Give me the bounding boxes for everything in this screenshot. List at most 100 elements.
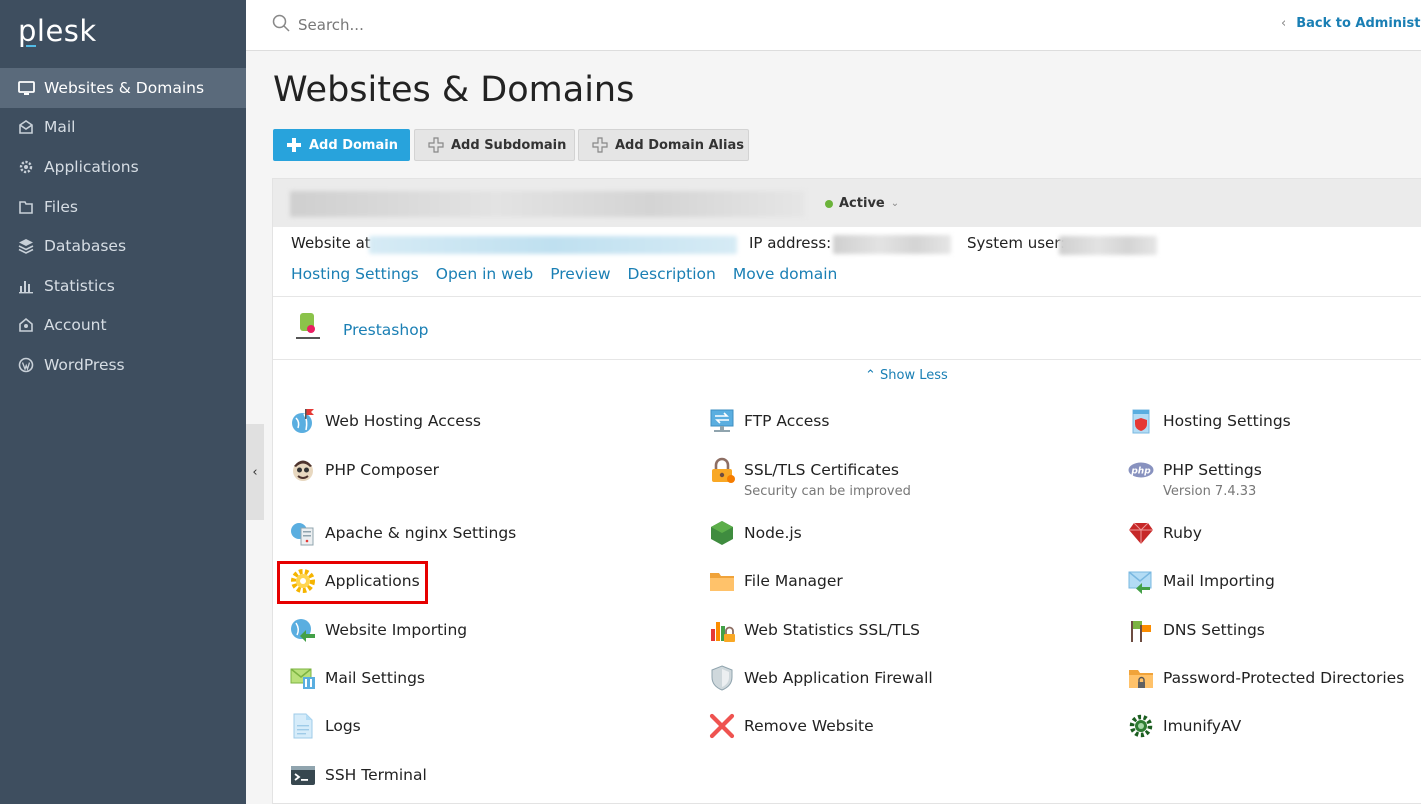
add-domain-alias-button[interactable]: Add Domain Alias — [578, 129, 749, 161]
plus-outline-icon — [592, 137, 608, 153]
document-icon — [289, 712, 317, 740]
hosting-settings-link[interactable]: Hosting Settings — [291, 265, 419, 283]
website-at-label: Website at — [291, 234, 371, 252]
website-url-redacted[interactable] — [369, 236, 737, 254]
sidebar-item-websites-domains[interactable]: Websites & Domains — [0, 68, 246, 108]
tool-remove-website[interactable]: Remove Website — [708, 712, 874, 740]
sidebar-item-account[interactable]: Account — [0, 306, 246, 346]
divider — [273, 296, 1421, 297]
tool-nodejs[interactable]: Node.js — [708, 519, 802, 547]
tool-ssh-terminal[interactable]: SSH Terminal — [289, 761, 427, 789]
installed-app-row: Prestashop — [293, 310, 429, 350]
divider — [273, 359, 1421, 360]
ip-address-redacted — [833, 235, 951, 254]
tool-imunifyav[interactable]: ImunifyAV — [1127, 712, 1241, 740]
ruby-icon — [1127, 519, 1155, 547]
plesk-logo[interactable]: plesk — [18, 14, 97, 48]
tool-label: Apache & nginx Settings — [325, 524, 517, 542]
folder-icon — [17, 198, 35, 216]
back-link-label: Back to Administrat — [1296, 16, 1421, 31]
tool-text: PHP Settings Version 7.4.33 — [1163, 456, 1262, 500]
sidebar-item-label: Account — [44, 316, 107, 335]
tool-web-hosting-access[interactable]: Web Hosting Access — [289, 407, 481, 435]
tool-hosting-settings[interactable]: Hosting Settings — [1127, 407, 1291, 435]
tool-php-settings[interactable]: php PHP Settings Version 7.4.33 — [1127, 456, 1262, 500]
prestashop-link[interactable]: Prestashop — [343, 321, 429, 339]
sidebar-item-mail[interactable]: Mail — [0, 108, 246, 148]
add-subdomain-button[interactable]: Add Subdomain — [414, 129, 575, 161]
stats-lock-icon — [708, 616, 736, 644]
logo-accent-bar — [26, 45, 36, 47]
sidebar-item-label: Files — [44, 197, 79, 216]
tool-ssl-tls-certificates[interactable]: SSL/TLS Certificates Security can be imp… — [708, 456, 911, 500]
sidebar-item-wordpress[interactable]: WordPress — [0, 345, 246, 385]
show-less-label: Show Less — [880, 368, 948, 383]
move-domain-link[interactable]: Move domain — [733, 265, 838, 283]
domain-name-redacted[interactable] — [290, 191, 805, 217]
sidebar-collapse-handle[interactable]: ‹ — [246, 424, 264, 520]
preview-link[interactable]: Preview — [550, 265, 610, 283]
terminal-icon — [289, 761, 317, 789]
tool-label: Web Statistics SSL/TLS — [744, 621, 920, 639]
tool-label: Ruby — [1163, 524, 1202, 542]
mail-settings-icon — [289, 664, 317, 692]
dns-icon — [1127, 616, 1155, 644]
system-user-label: System user: — [967, 234, 1066, 252]
tool-mail-importing[interactable]: Mail Importing — [1127, 567, 1275, 595]
ip-address-label: IP address: — [749, 234, 832, 252]
server-globe-icon — [289, 519, 317, 547]
tool-sublabel: Version 7.4.33 — [1163, 484, 1257, 499]
monitor-icon — [17, 79, 35, 97]
search-icon — [272, 14, 290, 36]
tool-apache-nginx-settings[interactable]: Apache & nginx Settings — [289, 519, 516, 547]
sidebar-item-statistics[interactable]: Statistics — [0, 266, 246, 306]
tool-label: SSL/TLS Certificates — [744, 461, 899, 479]
tool-mail-settings[interactable]: Mail Settings — [289, 664, 425, 692]
tool-label: Password-Protected Directories — [1163, 669, 1405, 687]
tool-label: Website Importing — [325, 621, 468, 639]
back-to-administration-link[interactable]: ‹ Back to Administrat — [1281, 16, 1421, 31]
ftp-icon — [708, 407, 736, 435]
bar-chart-icon — [17, 277, 35, 295]
search-input[interactable] — [298, 12, 698, 38]
sidebar-item-files[interactable]: Files — [0, 187, 246, 227]
globe-arrow-icon — [289, 616, 317, 644]
tool-dns-settings[interactable]: DNS Settings — [1127, 616, 1265, 644]
tool-password-protected-directories[interactable]: Password-Protected Directories — [1127, 664, 1404, 692]
tool-ruby[interactable]: Ruby — [1127, 519, 1202, 547]
plus-icon — [286, 137, 302, 153]
open-in-web-link[interactable]: Open in web — [436, 265, 533, 283]
applications-highlight-box — [277, 561, 428, 604]
tool-web-application-firewall[interactable]: Web Application Firewall — [708, 664, 933, 692]
sidebar-item-applications[interactable]: Applications — [0, 147, 246, 187]
hosting-settings-icon — [1127, 407, 1155, 435]
add-domain-button[interactable]: Add Domain — [273, 129, 410, 161]
shield-icon — [708, 664, 736, 692]
tool-label: Remove Website — [744, 717, 874, 735]
chevron-left-icon: ‹ — [1281, 16, 1287, 31]
tool-php-composer[interactable]: PHP Composer — [289, 456, 439, 484]
tool-label: PHP Settings — [1163, 461, 1262, 479]
status-dropdown[interactable]: Active ⌄ — [825, 196, 899, 211]
tool-website-importing[interactable]: Website Importing — [289, 616, 467, 644]
tool-file-manager[interactable]: File Manager — [708, 567, 843, 595]
remove-x-icon — [708, 712, 736, 740]
description-link[interactable]: Description — [628, 265, 716, 283]
tool-text: SSL/TLS Certificates Security can be imp… — [744, 456, 911, 500]
wordpress-icon — [17, 356, 35, 374]
mail-import-icon — [1127, 567, 1155, 595]
show-less-toggle[interactable]: ⌃ Show Less — [865, 368, 948, 383]
tool-ftp-access[interactable]: FTP Access — [708, 407, 829, 435]
sidebar-item-databases[interactable]: Databases — [0, 226, 246, 266]
chevron-down-icon: ⌄ — [890, 198, 900, 209]
tool-label: Logs — [325, 717, 361, 735]
tool-label: DNS Settings — [1163, 621, 1265, 639]
tool-label: PHP Composer — [325, 461, 439, 479]
tool-label: Mail Settings — [325, 669, 425, 687]
sidebar-nav: Websites & Domains Mail Applications Fil… — [0, 68, 246, 385]
logo-text: plesk — [18, 14, 97, 48]
tool-logs[interactable]: Logs — [289, 712, 361, 740]
status-dot-icon — [825, 199, 833, 208]
domain-card-header: Active ⌄ — [273, 179, 1421, 227]
tool-web-statistics-ssl[interactable]: Web Statistics SSL/TLS — [708, 616, 920, 644]
